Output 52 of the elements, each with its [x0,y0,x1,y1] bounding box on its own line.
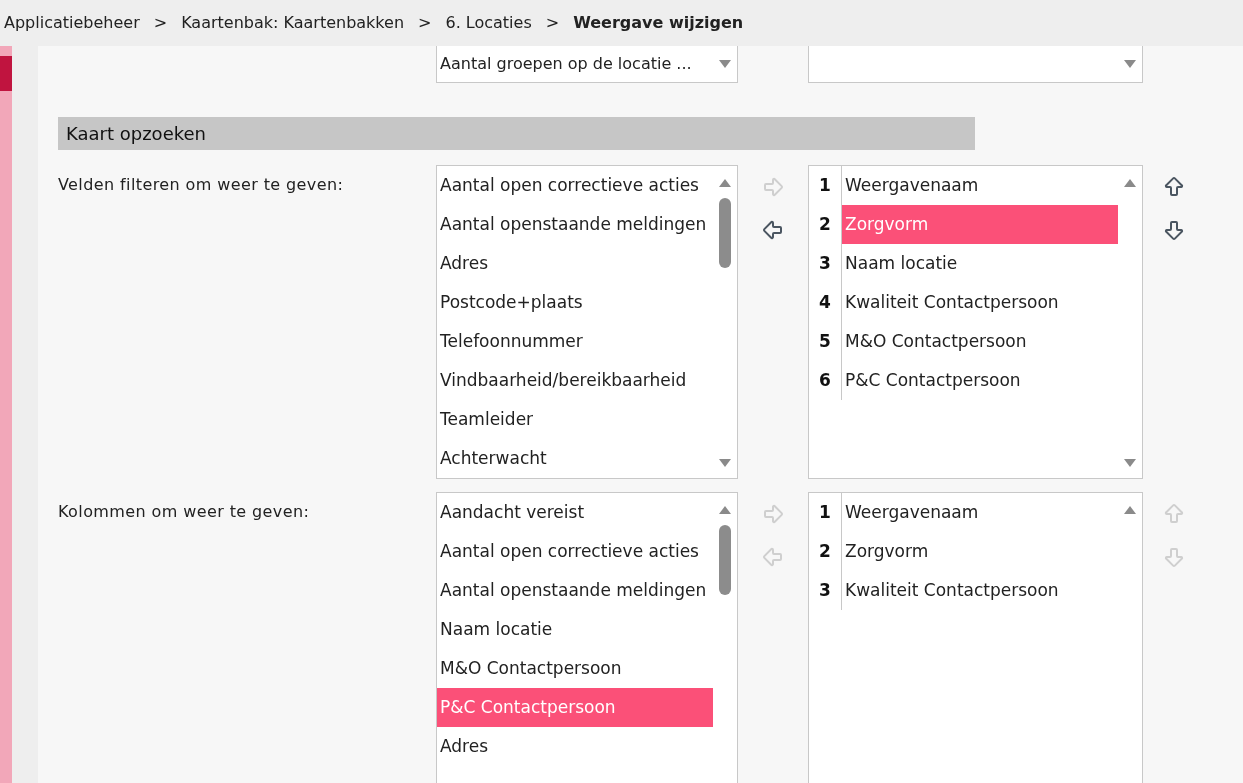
scroll-up-icon[interactable] [718,178,732,188]
list-item[interactable]: Teamleider [437,400,713,439]
list-item[interactable]: Telefoonnummer [437,322,713,361]
breadcrumb-link[interactable]: 6. Locaties [445,11,532,35]
scroll-up-icon[interactable] [1123,505,1137,515]
scroll-down-icon[interactable] [718,458,732,468]
breadcrumb-link[interactable]: Kaartenbak: Kaartenbakken [181,11,405,35]
list-item[interactable]: Aantal open correctieve acties [437,532,713,571]
breadcrumb-link[interactable]: Applicatiebeheer [4,11,140,35]
row-number: 6 [809,361,842,400]
list-item[interactable]: Naam locatie [842,244,1118,283]
breadcrumb-separator: > [153,12,168,34]
list-item[interactable]: Adres [437,727,713,766]
dropdown-caret-icon[interactable] [718,59,732,69]
scrollbar-thumb[interactable] [719,525,731,595]
list-item[interactable]: M&O Contactpersoon [842,322,1118,361]
scroll-up-icon[interactable] [718,505,732,515]
breadcrumb-separator: > [418,12,432,34]
scrollbar-thumb[interactable] [719,198,731,268]
row-number: 1 [809,166,842,205]
breadcrumb-separator: > [545,12,560,34]
section-header: Kaart opzoeken [58,117,975,150]
row-number: 2 [809,532,842,571]
field-label: Velden filteren om weer te geven: [58,174,345,196]
list-item[interactable]: Kwaliteit Contactpersoon [842,283,1118,322]
list-item[interactable]: Achterwacht [437,439,713,478]
scroll-down-icon[interactable] [1123,458,1137,468]
list-item[interactable]: Weergavenaam [842,166,1118,205]
list-item[interactable]: M&O Contactpersoon [437,649,713,688]
list-item[interactable]: P&C Contactpersoon [842,361,1118,400]
list-item[interactable]: Postcode+plaats [437,283,713,322]
scroll-up-icon[interactable] [1123,178,1137,188]
current-page-title: Weergave wijzigen [573,12,744,34]
list-item[interactable]: Vindbaarheid/bereikbaarheid [437,361,713,400]
list-item[interactable]: Aantal openstaande meldingen [437,205,713,244]
row-number: 3 [809,571,842,610]
list-item[interactable]: Aandacht vereist [437,493,713,532]
field-label: Kolommen om weer te geven: [58,501,311,523]
list-item[interactable]: Kwaliteit Contactpersoon [842,571,1118,610]
dropdown-caret-icon[interactable] [1123,59,1137,69]
row-number: 5 [809,322,842,361]
list-item[interactable]: Naam locatie [437,610,713,649]
row-number: 3 [809,244,842,283]
row-number: 4 [809,283,842,322]
row-number: 1 [809,493,842,532]
list-item[interactable]: Aantal open correctieve acties [437,166,713,205]
list-item[interactable]: Weergavenaam [842,493,1118,532]
dropdown-field[interactable]: Aantal groepen op de locatie ... [436,46,738,83]
dropdown-field[interactable] [808,46,1143,83]
list-item[interactable]: Zorgvorm [842,532,1118,571]
list-item[interactable]: Aantal openstaande meldingen [437,571,713,610]
list-item[interactable]: Adres [437,244,713,283]
